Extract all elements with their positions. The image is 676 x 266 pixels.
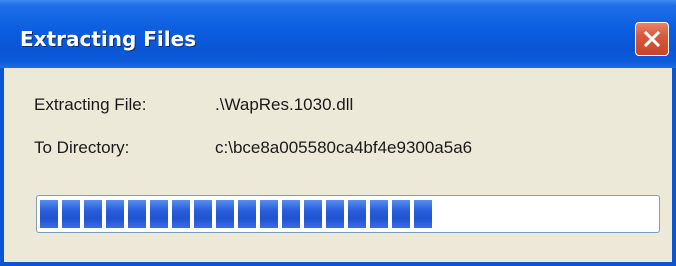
progress-block [370, 200, 388, 228]
progress-block [348, 200, 366, 228]
extracting-file-value: .\WapRes.1030.dll [215, 95, 354, 114]
progress-block [326, 200, 344, 228]
progress-block [260, 200, 278, 228]
progress-block [84, 200, 102, 228]
progress-bar [36, 195, 660, 233]
close-button[interactable] [635, 22, 669, 56]
progress-block [40, 200, 58, 228]
extracting-file-label: Extracting File: [34, 95, 147, 114]
window-title: Extracting Files [20, 27, 197, 51]
progress-block [304, 200, 322, 228]
progress-block [282, 200, 300, 228]
progress-block [106, 200, 124, 228]
close-icon [643, 30, 661, 48]
to-directory-value: c:\bce8a005580ca4bf4e9300a5a6 [215, 138, 473, 157]
progress-block [216, 200, 234, 228]
dialog-body: Extracting File: .\WapRes.1030.dll To Di… [4, 68, 672, 262]
progress-block [194, 200, 212, 228]
progress-block [150, 200, 168, 228]
progress-block [128, 200, 146, 228]
progress-block [62, 200, 80, 228]
extract-dialog: Extracting Files Extracting File: .\WapR… [0, 0, 676, 266]
progress-block [238, 200, 256, 228]
progress-fill [40, 200, 656, 228]
progress-block [392, 200, 410, 228]
progress-block [172, 200, 190, 228]
title-bar[interactable]: Extracting Files [0, 0, 676, 68]
progress-block [414, 200, 432, 228]
to-directory-label: To Directory: [34, 138, 130, 157]
